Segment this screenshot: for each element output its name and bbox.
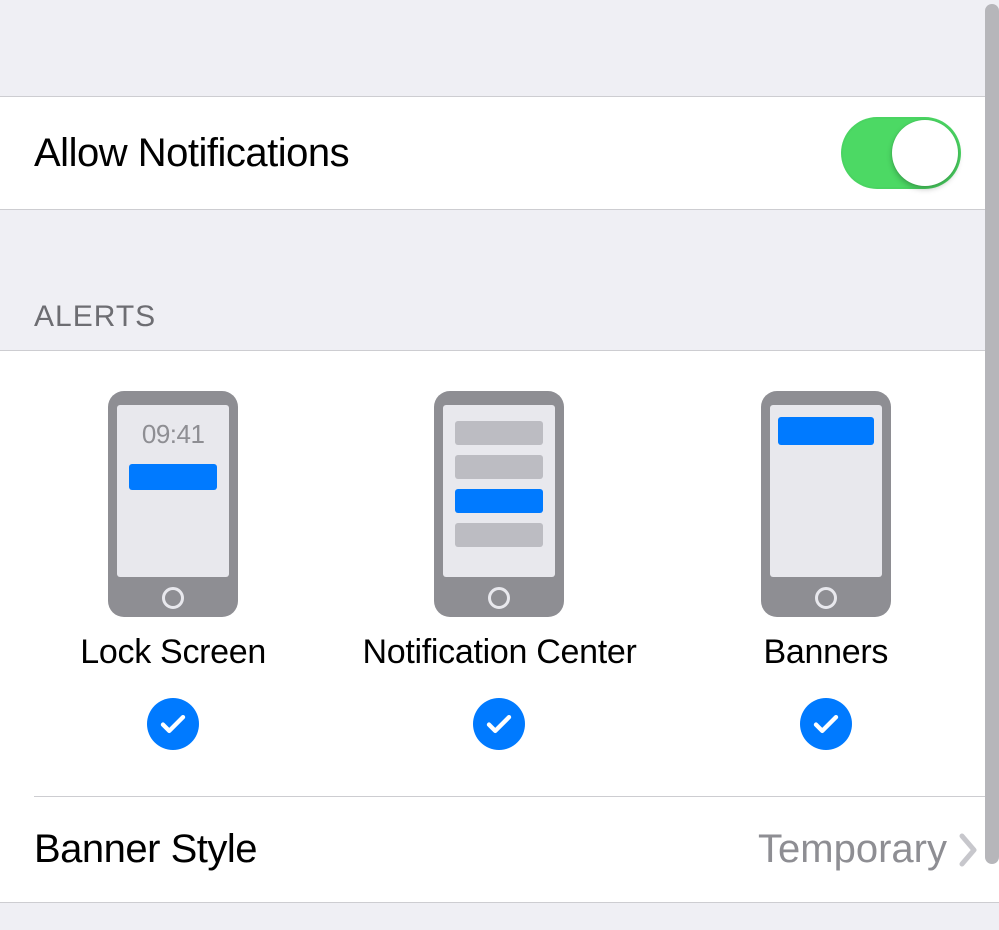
grey-bar-icon [455, 523, 543, 547]
check-icon [811, 709, 841, 739]
home-button-icon [488, 587, 510, 609]
lock-screen-checkmark[interactable] [147, 698, 199, 750]
lock-screen-time: 09:41 [142, 419, 205, 450]
allow-notifications-label: Allow Notifications [34, 131, 349, 176]
notification-center-label: Notification Center [362, 633, 636, 672]
banner-style-value: Temporary [758, 827, 947, 872]
allow-notifications-toggle[interactable] [841, 117, 961, 189]
alert-option-lock-screen[interactable]: 09:41 Lock Screen [13, 391, 333, 750]
check-icon [484, 709, 514, 739]
banner-style-label: Banner Style [34, 827, 257, 872]
check-icon [158, 709, 188, 739]
phone-screen [770, 405, 882, 577]
notification-bar-icon [129, 464, 217, 490]
home-button-icon [162, 587, 184, 609]
phone-banners-icon [761, 391, 891, 617]
banners-label: Banners [764, 633, 889, 672]
lock-screen-label: Lock Screen [80, 633, 266, 672]
banner-style-row[interactable]: Banner Style Temporary [0, 797, 999, 903]
phone-notification-center-icon [434, 391, 564, 617]
alerts-block: 09:41 Lock Screen Notificati [0, 350, 999, 903]
alert-option-banners[interactable]: Banners [666, 391, 986, 750]
grey-bar-icon [455, 421, 543, 445]
alert-option-notification-center[interactable]: Notification Center [339, 391, 659, 750]
chevron-right-icon [959, 833, 979, 867]
allow-notifications-row[interactable]: Allow Notifications [0, 96, 999, 210]
phone-lock-screen-icon: 09:41 [108, 391, 238, 617]
notification-bar-icon [778, 417, 874, 445]
grey-bar-icon [455, 455, 543, 479]
scrollbar[interactable] [985, 4, 999, 864]
phone-screen [443, 405, 555, 577]
home-button-icon [815, 587, 837, 609]
alerts-section-header: ALERTS [0, 210, 999, 350]
notification-bar-icon [455, 489, 543, 513]
alerts-header-text: ALERTS [34, 300, 156, 334]
banners-checkmark[interactable] [800, 698, 852, 750]
alert-options: 09:41 Lock Screen Notificati [0, 351, 999, 796]
phone-screen: 09:41 [117, 405, 229, 577]
toggle-knob [892, 120, 958, 186]
notification-center-checkmark[interactable] [473, 698, 525, 750]
spacer-top [0, 0, 999, 96]
